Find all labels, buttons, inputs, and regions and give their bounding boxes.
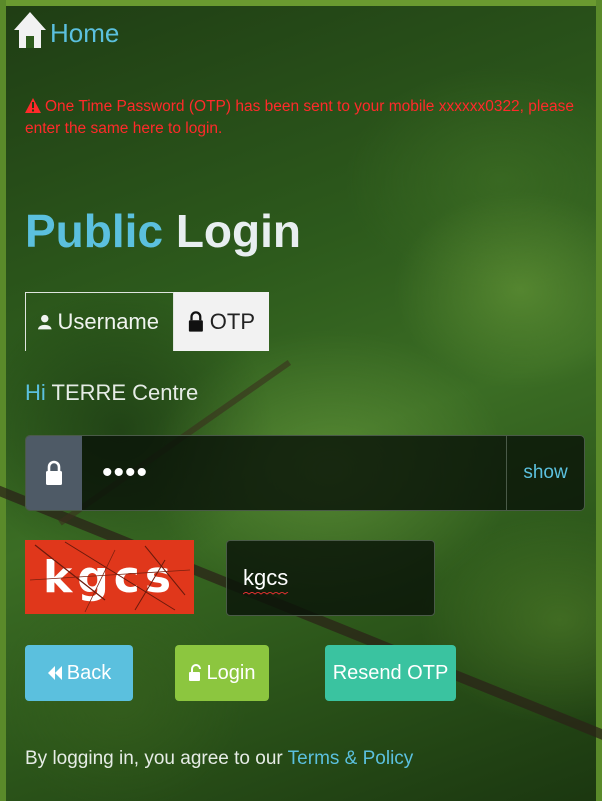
login-button[interactable]: Login [175, 645, 269, 701]
page-title: Public Login [25, 208, 301, 254]
lock-icon [188, 310, 203, 332]
tab-otp[interactable]: OTP [174, 292, 269, 351]
captcha-answer-field[interactable] [226, 540, 435, 616]
home-label: Home [50, 18, 120, 48]
captcha-noise-lines [29, 541, 191, 613]
otp-lock-addon [26, 436, 82, 510]
otp-password-field[interactable] [82, 436, 506, 510]
home-link[interactable]: Home [12, 10, 119, 50]
greeting-hi: Hi [25, 380, 46, 405]
page-frame-top [0, 0, 602, 6]
back-button[interactable]: Back [25, 645, 133, 701]
user-icon [38, 314, 52, 330]
page-frame-right [596, 0, 602, 801]
tab-username-label: Username [57, 309, 159, 334]
tab-otp-label: OTP [209, 308, 255, 334]
login-method-tabs: Username OTP [25, 292, 269, 351]
tab-username[interactable]: Username [25, 292, 174, 351]
title-strong: Public [25, 205, 164, 257]
warning-icon [25, 98, 41, 113]
greeting-name: TERRE Centre [51, 380, 199, 405]
unlock-icon [188, 664, 201, 681]
show-password-toggle[interactable]: show [506, 436, 584, 510]
resend-otp-button[interactable]: Resend OTP [325, 645, 456, 701]
terms-agreement: By logging in, you agree to our Terms & … [25, 748, 413, 770]
title-light: Login [175, 205, 301, 257]
back-button-label: Back [66, 661, 112, 684]
lock-icon [46, 460, 62, 485]
captcha-image: kgcs [25, 540, 194, 614]
greeting: Hi TERRE Centre [25, 380, 198, 406]
spellcheck-underline [243, 592, 289, 595]
double-chevron-left-icon [47, 666, 62, 680]
page-frame-left [0, 0, 6, 801]
home-icon [14, 12, 46, 48]
login-button-label: Login [206, 661, 256, 684]
otp-sent-alert: One Time Password (OTP) has been sent to… [25, 96, 575, 140]
terms-policy-link[interactable]: Terms & Policy [288, 748, 414, 769]
otp-input-group: show [25, 435, 585, 511]
alert-message: One Time Password (OTP) has been sent to… [25, 98, 574, 137]
agree-text: By logging in, you agree to our [25, 748, 283, 769]
